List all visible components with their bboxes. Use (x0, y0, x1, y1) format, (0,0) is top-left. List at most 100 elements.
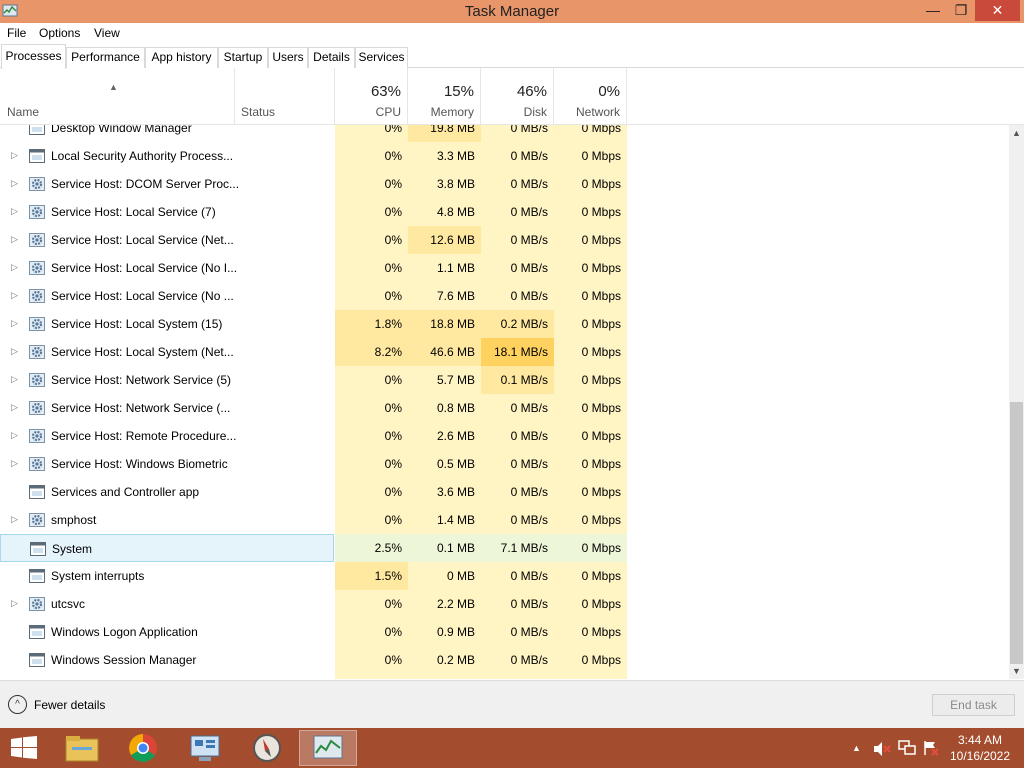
menu-file[interactable]: File (7, 26, 26, 40)
process-name-cell[interactable]: ▷ Service Host: Network Service (... (0, 394, 334, 422)
header-disk[interactable]: 46% Disk (481, 68, 554, 125)
expand-chevron-icon[interactable]: ▷ (11, 318, 18, 329)
process-name-cell[interactable]: Services and Controller app (0, 478, 334, 506)
process-row[interactable]: ▷ smphost 0% 1.4 MB 0 MB/s 0 Mbps (0, 506, 1009, 534)
process-row[interactable]: ▷ Service Host: Network Service (... 0% 0.8… (0, 394, 1009, 422)
expand-chevron-icon[interactable]: ▷ (11, 402, 18, 413)
speaker-muted-icon[interactable] (873, 741, 891, 757)
process-row[interactable]: ▷ utcsvc 0% 2.2 MB 0 MB/s 0 Mbps (0, 590, 1009, 618)
process-row[interactable]: ▷ Service Host: Network Service (5) 0% 5.7 … (0, 366, 1009, 394)
process-name-cell[interactable]: System (0, 534, 334, 562)
process-name-cell[interactable]: System interrupts (0, 562, 334, 590)
process-name-cell[interactable]: ▷ Service Host: Local Service (7) (0, 198, 334, 226)
memory-value: 4.8 MB (408, 198, 481, 226)
header-cpu[interactable]: 63% CPU (335, 68, 408, 125)
process-row[interactable]: ▷ Service Host: Local Service (Net... 0% 12… (0, 226, 1009, 254)
fewer-details-link[interactable]: Fewer details (34, 698, 105, 712)
windows-logo-icon[interactable] (10, 736, 38, 760)
header-network[interactable]: 0% Network (554, 68, 627, 125)
menu-view[interactable]: View (94, 26, 120, 40)
process-row[interactable]: ▷ Service Host: Remote Procedure... 0% 2.6 … (0, 422, 1009, 450)
process-name-cell[interactable]: ▷ Service Host: Local Service (No ... (0, 282, 334, 310)
cpu-value: 0% (335, 646, 408, 674)
process-name-cell[interactable]: ▷ utcsvc (0, 590, 334, 618)
process-row[interactable]: ▷ Service Host: Local Service (7) 0% 4.8 MB… (0, 198, 1009, 226)
expand-chevron-icon[interactable]: ▷ (11, 150, 18, 161)
process-name-cell[interactable]: Windows Logon Application (0, 618, 334, 646)
memory-value: 1.1 MB (408, 254, 481, 282)
menu-options[interactable]: Options (39, 26, 80, 40)
process-row[interactable]: ▷ Local Security Authority Process... 0% 3.… (0, 142, 1009, 170)
network-value: 0 Mbps (554, 142, 627, 170)
process-name-cell[interactable]: ▷ Local Security Authority Process... (0, 142, 334, 170)
end-task-button[interactable]: End task (932, 694, 1015, 716)
expand-chevron-icon[interactable]: ▷ (11, 514, 18, 525)
tab-startup[interactable]: Startup (218, 47, 268, 68)
process-name-cell[interactable]: ▷ Service Host: Local Service (No I... (0, 254, 334, 282)
tab-performance[interactable]: Performance (66, 47, 145, 68)
process-row[interactable]: System interrupts 1.5% 0 MB 0 MB/s 0 Mbps (0, 562, 1009, 590)
network-icon[interactable] (898, 740, 916, 756)
gear-icon (29, 289, 45, 303)
tab-details[interactable]: Details (308, 47, 355, 68)
vertical-scrollbar[interactable]: ▲ ▼ (1009, 125, 1024, 679)
control-panel-icon[interactable] (176, 730, 234, 766)
expand-chevron-icon[interactable]: ▷ (11, 178, 18, 189)
process-row[interactable]: Desktop Window Manager 0% 19.8 MB 0 MB/s 0 M… (0, 125, 1009, 142)
tab-app-history[interactable]: App history (145, 47, 218, 68)
menu-bar: File Options View (0, 23, 1024, 43)
process-row[interactable]: ▷ Service Host: DCOM Server Proc... 0% 3.8 … (0, 170, 1009, 198)
tab-services[interactable]: Services (355, 47, 408, 68)
process-row[interactable]: Services and Controller app 0% 3.6 MB 0 MB/… (0, 478, 1009, 506)
process-row[interactable]: Windows Logon Application 0% 0.9 MB 0 MB/s 0… (0, 618, 1009, 646)
system-clock[interactable]: 3:44 AM 10/16/2022 (945, 732, 1015, 764)
header-status[interactable]: Status (235, 68, 335, 125)
process-name-cell[interactable]: ▷ Service Host: Local System (15) (0, 310, 334, 338)
process-name-cell[interactable]: ▷ Service Host: Network Service (5) (0, 366, 334, 394)
process-row[interactable]: ▷ Service Host: Local Service (No I... 0% 1… (0, 254, 1009, 282)
expand-chevron-icon[interactable]: ▷ (11, 458, 18, 469)
action-center-icon[interactable] (922, 740, 940, 756)
expand-chevron-icon[interactable]: ▷ (11, 206, 18, 217)
minimize-button[interactable]: — (918, 0, 948, 21)
expand-chevron-icon[interactable]: ▷ (11, 290, 18, 301)
tab-processes[interactable]: Processes (1, 44, 66, 69)
scroll-thumb[interactable] (1010, 402, 1023, 664)
header-memory[interactable]: 15% Memory (408, 68, 481, 125)
expand-chevron-icon[interactable]: ▷ (11, 234, 18, 245)
process-row[interactable]: ▷ Service Host: Local Service (No ... 0% 7.… (0, 282, 1009, 310)
show-hidden-icons-icon[interactable]: ▲ (852, 743, 861, 753)
process-name-cell[interactable]: ▷ Service Host: Local Service (Net... (0, 226, 334, 254)
process-row[interactable]: Windows Session Manager 0% 0.2 MB 0 MB/s 0 M… (0, 646, 1009, 674)
process-row[interactable]: System 2.5% 0.1 MB 7.1 MB/s 0 Mbps (0, 534, 1009, 562)
process-name-cell[interactable]: Windows Session Manager (0, 646, 334, 674)
tab-users[interactable]: Users (268, 47, 308, 68)
process-name-cell[interactable]: ▷ Service Host: Local System (Net... (0, 338, 334, 366)
expand-chevron-icon[interactable]: ▷ (11, 430, 18, 441)
scroll-up-icon[interactable]: ▲ (1012, 128, 1021, 138)
process-name-cell[interactable]: ▷ Service Host: DCOM Server Proc... (0, 170, 334, 198)
process-name-cell[interactable]: Desktop Window Manager (0, 125, 334, 142)
compass-icon[interactable] (238, 730, 296, 766)
process-name-cell[interactable]: ▷ Service Host: Remote Procedure... (0, 422, 334, 450)
close-button[interactable]: ✕ (975, 0, 1020, 21)
process-name-cell[interactable]: ▷ smphost (0, 506, 334, 534)
expand-chevron-icon[interactable]: ▷ (11, 346, 18, 357)
chrome-icon[interactable] (114, 730, 172, 766)
process-name: Desktop Window Manager (51, 125, 192, 135)
expand-chevron-icon[interactable]: ▷ (11, 598, 18, 609)
process-name: smphost (51, 513, 97, 527)
expand-chevron-icon[interactable]: ▷ (11, 374, 18, 385)
disk-value: 0 MB/s (481, 422, 554, 450)
process-row[interactable]: ▷ Service Host: Local System (Net... 8.2% 4… (0, 338, 1009, 366)
process-row[interactable]: ▷ Service Host: Local System (15) 1.8% 18.8… (0, 310, 1009, 338)
restore-button[interactable]: ❐ (946, 0, 976, 21)
header-name[interactable]: ▲ Name (0, 68, 235, 125)
task-manager-taskbar-icon[interactable] (299, 730, 357, 766)
scroll-down-icon[interactable]: ▼ (1012, 666, 1021, 676)
file-explorer-icon[interactable] (53, 730, 111, 766)
expand-chevron-icon[interactable]: ▷ (11, 262, 18, 273)
process-row[interactable]: ▷ Service Host: Windows Biometric 0% 0.5 MB… (0, 450, 1009, 478)
process-name-cell[interactable]: ▷ Service Host: Windows Biometric (0, 450, 334, 478)
chevron-up-icon[interactable]: ^ (8, 695, 27, 714)
